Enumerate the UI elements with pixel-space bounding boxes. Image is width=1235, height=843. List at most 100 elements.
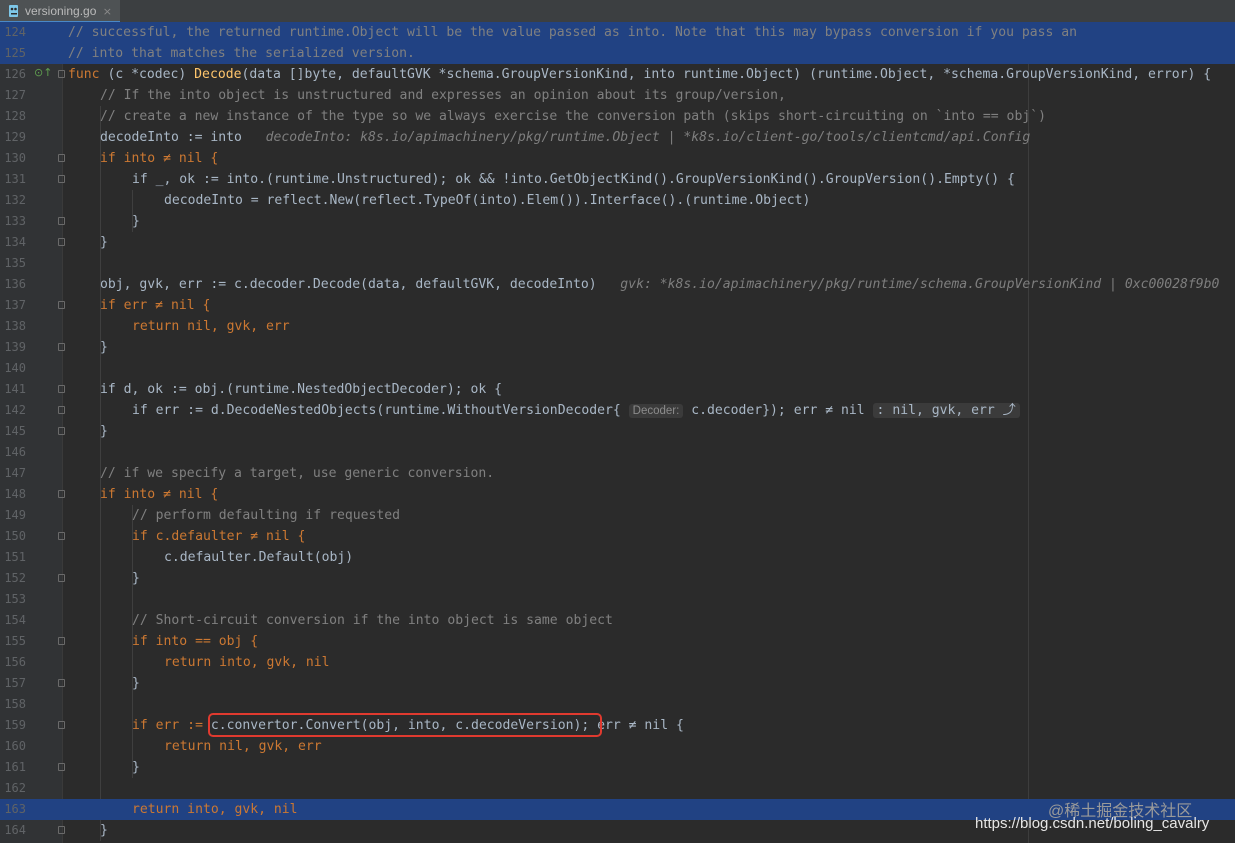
line-number: 131: [4, 172, 26, 186]
code-line: 145 }: [0, 421, 1235, 442]
code-line: 153: [0, 589, 1235, 610]
line-number: 126: [4, 67, 26, 81]
fold-marker-icon[interactable]: [58, 721, 65, 729]
tab-filename: versioning.go: [25, 4, 97, 18]
line-number: 142: [4, 403, 26, 417]
code-text: if into == obj {: [132, 634, 259, 649]
inline-value-hint: decodeInto: k8s.io/apimachinery/pkg/runt…: [265, 130, 1031, 145]
code-text: }: [132, 571, 140, 586]
code-text: return nil, gvk, err: [132, 319, 290, 334]
code-text: }: [132, 760, 140, 775]
comment: // perform defaulting if requested: [132, 508, 401, 523]
fold-marker-icon[interactable]: [58, 427, 65, 435]
code-line: 126 ⊙↑ func (c *codec) Decode(data []byt…: [0, 64, 1235, 85]
code-text: obj, gvk, err := c.decoder.Decode(data, …: [100, 277, 1220, 292]
line-number: 159: [4, 718, 26, 732]
parameter-hint: Decoder:: [628, 404, 684, 418]
line-number: 156: [4, 655, 26, 669]
line-number: 147: [4, 466, 26, 480]
folded-region[interactable]: : nil, gvk, err ⤴: [872, 403, 1020, 418]
code-line: 124 // successful, the returned runtime.…: [0, 22, 1235, 43]
fold-marker-icon[interactable]: [58, 217, 65, 225]
fold-marker-icon[interactable]: [58, 385, 65, 393]
line-number: 134: [4, 235, 26, 249]
line-number: 155: [4, 634, 26, 648]
line-number: 139: [4, 340, 26, 354]
fold-marker-icon[interactable]: [58, 175, 65, 183]
code-line: 134 }: [0, 232, 1235, 253]
code-text: decodeInto = reflect.New(reflect.TypeOf(…: [164, 193, 811, 208]
fold-marker-icon[interactable]: [58, 637, 65, 645]
line-number: 129: [4, 130, 26, 144]
code-line: 159 if err := c.convertor.Convert(obj, i…: [0, 715, 1235, 736]
fold-marker-icon[interactable]: [58, 826, 65, 834]
code-line: 138 return nil, gvk, err: [0, 316, 1235, 337]
code-line: 135: [0, 253, 1235, 274]
code-text: if _, ok := into.(runtime.Unstructured);…: [132, 172, 1015, 187]
code-text: if c.defaulter ≠ nil {: [132, 529, 306, 544]
code-line: 129 decodeInto := into decodeInto: k8s.i…: [0, 127, 1235, 148]
line-number: 153: [4, 592, 26, 606]
tab-versioning-go[interactable]: versioning.go ×: [0, 0, 120, 22]
code-line: 148 if into ≠ nil {: [0, 484, 1235, 505]
line-number: 133: [4, 214, 26, 228]
inline-value-hint: gvk: *k8s.io/apimachinery/pkg/runtime/sc…: [620, 277, 1220, 292]
line-number: 157: [4, 676, 26, 690]
code-line: 158: [0, 694, 1235, 715]
fold-marker-icon[interactable]: [58, 574, 65, 582]
code-line: 161 }: [0, 757, 1235, 778]
line-number: 151: [4, 550, 26, 564]
fold-marker-icon[interactable]: [58, 238, 65, 246]
editor-tab-bar: versioning.go ×: [0, 0, 1235, 23]
comment: // if we specify a target, use generic c…: [100, 466, 495, 481]
fold-marker-icon[interactable]: [58, 763, 65, 771]
code-text: return into, gvk, nil: [164, 655, 330, 670]
code-text: }: [100, 340, 108, 355]
line-number: 152: [4, 571, 26, 585]
implements-method-icon[interactable]: ⊙↑: [34, 66, 52, 79]
code-line: 131 if _, ok := into.(runtime.Unstructur…: [0, 169, 1235, 190]
code-line: 132 decodeInto = reflect.New(reflect.Typ…: [0, 190, 1235, 211]
fold-marker-icon[interactable]: [58, 301, 65, 309]
line-number: 164: [4, 823, 26, 837]
line-number: 145: [4, 424, 26, 438]
line-number: 148: [4, 487, 26, 501]
tab-close-icon[interactable]: ×: [103, 5, 112, 18]
code-text: }: [132, 214, 140, 229]
fold-marker-icon[interactable]: [58, 343, 65, 351]
line-number: 130: [4, 151, 26, 165]
code-line: 162: [0, 778, 1235, 799]
code-line: 127 // If the into object is unstructure…: [0, 85, 1235, 106]
fold-marker-icon[interactable]: [58, 70, 65, 78]
code-line: 149 // perform defaulting if requested: [0, 505, 1235, 526]
code-text: if d, ok := obj.(runtime.NestedObjectDec…: [100, 382, 503, 397]
line-number: 141: [4, 382, 26, 396]
line-number: 162: [4, 781, 26, 795]
fold-marker-icon[interactable]: [58, 154, 65, 162]
code-line: 130 if into ≠ nil {: [0, 148, 1235, 169]
line-number: 125: [4, 46, 26, 60]
code-text: }: [100, 823, 108, 838]
fold-marker-icon[interactable]: [58, 532, 65, 540]
code-text: }: [132, 676, 140, 691]
line-number: 158: [4, 697, 26, 711]
code-text: return into, gvk, nil: [132, 802, 298, 817]
code-line: 157 }: [0, 673, 1235, 694]
code-line: 146: [0, 442, 1235, 463]
code-editor[interactable]: 124 // successful, the returned runtime.…: [0, 22, 1235, 843]
line-number: 128: [4, 109, 26, 123]
fold-marker-icon[interactable]: [58, 406, 65, 414]
code-line: 125 // into that matches the serialized …: [0, 43, 1235, 64]
fold-marker-icon[interactable]: [58, 679, 65, 687]
comment: // Short-circuit conversion if the into …: [132, 613, 613, 628]
line-number: 150: [4, 529, 26, 543]
code-line: 150 if c.defaulter ≠ nil {: [0, 526, 1235, 547]
fold-marker-icon[interactable]: [58, 490, 65, 498]
code-text: if err ≠ nil {: [100, 298, 211, 313]
watermark-csdn-url: https://blog.csdn.net/boling_cavalry: [975, 815, 1210, 832]
comment: // successful, the returned runtime.Obje…: [68, 25, 1078, 40]
line-number: 161: [4, 760, 26, 774]
func-signature: func (c *codec) Decode(data []byte, defa…: [68, 67, 1212, 82]
code-text: return nil, gvk, err: [164, 739, 322, 754]
code-line: 140: [0, 358, 1235, 379]
